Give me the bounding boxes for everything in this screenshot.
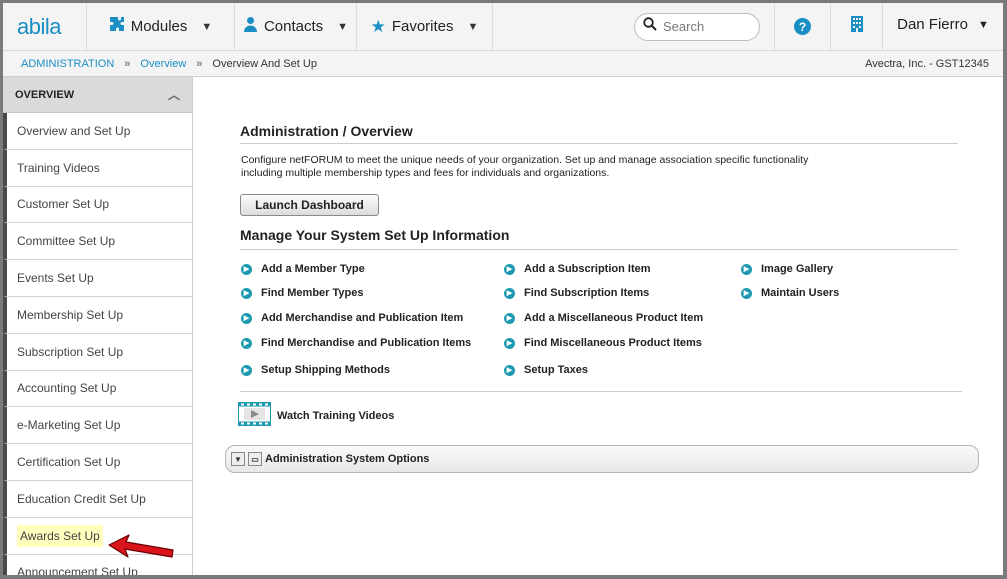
link-add-misc-product[interactable]: ▶ Add a Miscellaneous Product Item	[504, 312, 703, 324]
favorites-label: Favorites	[391, 18, 454, 35]
help-icon: ?	[794, 18, 811, 35]
sidebar-item-committee[interactable]: Committee Set Up	[3, 223, 192, 261]
link-setup-taxes[interactable]: ▶ Setup Taxes	[504, 364, 588, 376]
arrow-circle-icon: ▶	[241, 263, 252, 275]
link-add-merchandise[interactable]: ▶ Add Merchandise and Publication Item	[241, 312, 463, 324]
top-navigation: abila Modules ▼ Contacts ▼ ★ Favorites ▼	[3, 3, 1003, 51]
link-find-subscription[interactable]: ▶ Find Subscription Items	[504, 287, 649, 299]
link-find-misc-product[interactable]: ▶ Find Miscellaneous Product Items	[504, 337, 702, 349]
chevron-down-icon: ▼	[467, 20, 479, 33]
sidebar-item-subscription[interactable]: Subscription Set Up	[3, 333, 192, 371]
main-content: Administration / Overview Configure netF…	[193, 77, 1003, 575]
divider	[240, 249, 958, 250]
contacts-label: Contacts	[263, 18, 324, 35]
divider	[240, 143, 958, 144]
arrow-circle-icon: ▶	[504, 364, 515, 376]
collapse-toggle-icon[interactable]: ▼	[231, 452, 245, 466]
link-find-member-types[interactable]: ▶ Find Member Types	[241, 287, 363, 299]
person-icon	[243, 16, 258, 37]
sidebar-item-overview[interactable]: Overview and Set Up	[3, 113, 192, 150]
arrow-circle-icon: ▶	[504, 263, 515, 275]
sidebar-item-training-videos[interactable]: Training Videos	[3, 149, 192, 187]
arrow-circle-icon: ▶	[241, 364, 252, 376]
launch-dashboard-button[interactable]: Launch Dashboard	[240, 194, 379, 216]
organization-button[interactable]	[831, 3, 883, 50]
link-add-member-type[interactable]: ▶ Add a Member Type	[241, 263, 365, 275]
chevron-down-icon: ▼	[337, 20, 349, 33]
link-find-merchandise[interactable]: ▶ Find Merchandise and Publication Items	[241, 337, 471, 349]
app-window: abila Modules ▼ Contacts ▼ ★ Favorites ▼	[0, 0, 1007, 579]
options-label: Administration System Options	[265, 453, 430, 465]
arrow-circle-icon: ▶	[741, 263, 752, 275]
sidebar-item-membership[interactable]: Membership Set Up	[3, 296, 192, 334]
link-maintain-users[interactable]: ▶ Maintain Users	[741, 287, 839, 299]
arrow-circle-icon: ▶	[241, 287, 252, 299]
contacts-menu[interactable]: Contacts ▼	[235, 3, 357, 50]
organization-label: Avectra, Inc. - GST12345	[865, 57, 989, 70]
building-icon	[850, 15, 864, 38]
sidebar-item-certification[interactable]: Certification Set Up	[3, 444, 192, 481]
page-title: Administration / Overview	[240, 123, 413, 139]
chevron-up-icon: ︿	[167, 88, 180, 102]
user-name: Dan Fierro	[897, 16, 968, 33]
chevron-down-icon: ▼	[201, 20, 213, 33]
window-icon[interactable]: ▭	[248, 452, 262, 466]
arrow-circle-icon: ▶	[504, 312, 515, 324]
arrow-circle-icon: ▶	[241, 312, 252, 324]
star-icon: ★	[370, 16, 386, 36]
arrow-circle-icon: ▶	[504, 337, 515, 349]
manage-section-title: Manage Your System Set Up Information	[240, 227, 510, 243]
link-setup-shipping[interactable]: ▶ Setup Shipping Methods	[241, 364, 390, 376]
breadcrumb-separator: »	[196, 57, 203, 70]
sidebar-item-education-credit[interactable]: Education Credit Set Up	[3, 480, 192, 518]
sidebar-item-emarketing[interactable]: e-Marketing Set Up	[3, 407, 192, 445]
sidebar-item-accounting[interactable]: Accounting Set Up	[3, 370, 192, 408]
sidebar-item-customer[interactable]: Customer Set Up	[3, 186, 192, 224]
page-description: Configure netFORUM to meet the unique ne…	[241, 154, 809, 179]
link-image-gallery[interactable]: ▶ Image Gallery	[741, 263, 833, 275]
user-menu[interactable]: Dan Fierro ▼	[883, 3, 1003, 50]
breadcrumb-overview[interactable]: Overview	[140, 58, 186, 70]
film-icon	[238, 402, 271, 429]
modules-label: Modules	[130, 18, 188, 35]
search-input[interactable]	[663, 19, 753, 34]
arrow-circle-icon: ▶	[741, 287, 752, 299]
sidebar: OVERVIEW ︿ Overview and Set Up Training …	[3, 77, 193, 575]
search-box[interactable]	[634, 12, 760, 41]
sidebar-item-events[interactable]: Events Set Up	[3, 260, 192, 297]
sidebar-header-label: OVERVIEW	[15, 88, 75, 101]
link-add-subscription[interactable]: ▶ Add a Subscription Item	[504, 263, 651, 275]
abila-logo[interactable]: abila	[3, 3, 87, 50]
search-icon	[643, 17, 657, 36]
red-arrow-annotation-icon	[108, 534, 174, 558]
breadcrumb: ADMINISTRATION » Overview » Overview And…	[3, 51, 1003, 77]
breadcrumb-separator: »	[124, 57, 131, 70]
administration-system-options-panel[interactable]: ▼ ▭ Administration System Options	[225, 445, 979, 473]
breadcrumb-administration[interactable]: ADMINISTRATION	[21, 58, 114, 70]
sidebar-header[interactable]: OVERVIEW ︿	[3, 77, 192, 113]
favorites-menu[interactable]: ★ Favorites ▼	[357, 3, 493, 50]
search-area	[493, 3, 775, 50]
puzzle-icon	[109, 16, 125, 37]
watch-training-videos-link[interactable]: Watch Training Videos	[238, 402, 394, 429]
divider	[240, 391, 962, 392]
help-button[interactable]: ?	[775, 3, 831, 50]
arrow-circle-icon: ▶	[241, 337, 252, 349]
modules-menu[interactable]: Modules ▼	[87, 3, 235, 50]
breadcrumb-current: Overview And Set Up	[212, 57, 317, 70]
arrow-circle-icon: ▶	[504, 287, 515, 299]
chevron-down-icon: ▼	[977, 18, 989, 31]
